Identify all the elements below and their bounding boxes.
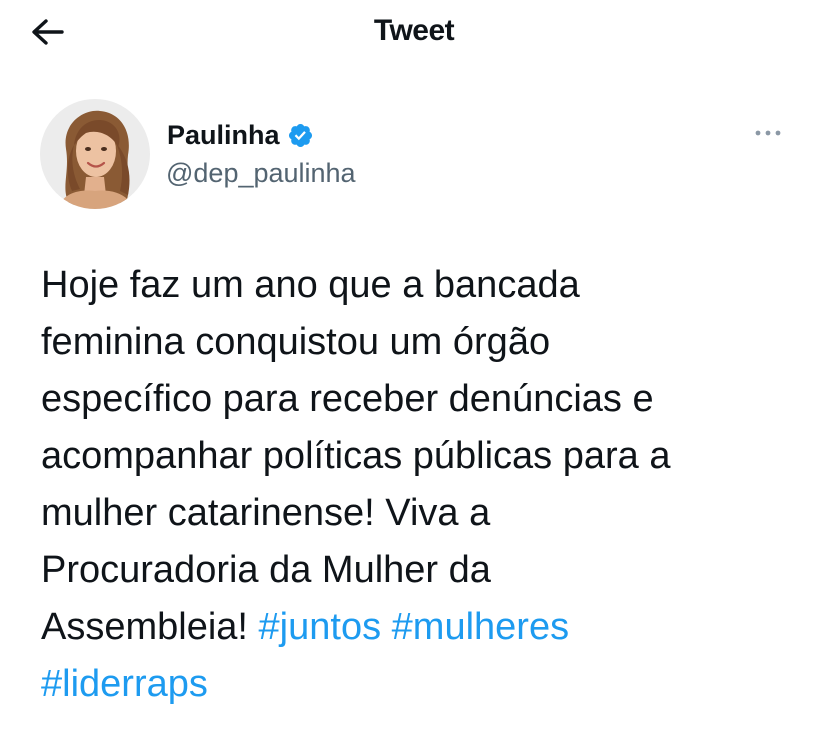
tweet-line: Hoje faz um ano que a bancada <box>41 264 580 306</box>
tweet-line: #liderraps <box>41 656 801 713</box>
hashtag-link[interactable]: #liderraps <box>41 663 208 705</box>
hashtag-link[interactable]: #juntos <box>259 606 382 648</box>
author-handle[interactable]: @dep_paulinha <box>166 158 356 189</box>
author-display-name[interactable]: Paulinha <box>167 120 280 151</box>
more-horizontal-icon <box>755 130 781 136</box>
verified-badge-icon <box>288 123 312 147</box>
author-name-row: Paulinha <box>167 118 314 152</box>
tweet-line-text: Assembleia! <box>41 606 259 648</box>
hashtag-link[interactable]: #mulheres <box>392 606 569 648</box>
tweet-text: Hoje faz um ano que a bancada feminina c… <box>41 257 801 713</box>
tweet-line: específico para receber denúncias e <box>41 378 654 420</box>
tweet-line: mulher catarinense! Viva a <box>41 492 491 534</box>
avatar-photo <box>40 99 150 209</box>
page-title: Tweet <box>373 14 455 47</box>
more-options-button[interactable] <box>748 118 792 148</box>
tweet-line: feminina conquistou um órgão <box>41 321 551 363</box>
tweet-line: Procuradoria da Mulher da <box>41 549 491 591</box>
top-bar: Tweet <box>0 0 828 64</box>
avatar[interactable] <box>40 99 150 209</box>
tweet-line: acompanhar políticas públicas para a <box>41 435 671 477</box>
tweet-line: Assembleia! #juntos #mulheres <box>41 599 801 656</box>
